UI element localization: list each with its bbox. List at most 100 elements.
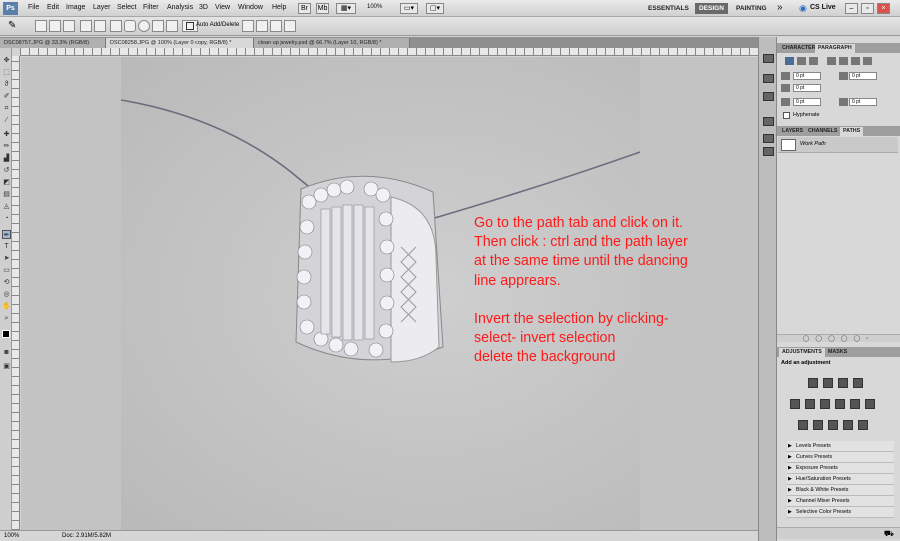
tab-masks[interactable]: MASKS [825, 348, 850, 357]
minibridge-icon[interactable]: Mb [316, 3, 329, 14]
doc-tab-2[interactable]: DSC08258.JPG @ 100% (Layer 0 copy, RGB/8… [106, 38, 254, 48]
indent-left-field[interactable]: 0 pt [793, 72, 821, 80]
history-brush-icon[interactable]: ↺ [2, 166, 11, 175]
menu-layer[interactable]: Layer [93, 4, 111, 11]
ellipse-icon[interactable] [138, 20, 150, 32]
move-tool-icon[interactable]: ✥ [2, 56, 11, 65]
menu-window[interactable]: Window [238, 4, 263, 11]
quick-mask-icon[interactable]: ◙ [2, 348, 11, 357]
foreground-color-swatch[interactable] [2, 330, 10, 338]
clone-source-icon[interactable] [763, 134, 774, 143]
hand-tool-icon[interactable]: ✋ [2, 302, 11, 311]
justify-right-icon[interactable] [851, 57, 860, 65]
auto-add-delete-checkbox[interactable] [186, 22, 194, 30]
freeform-pen-icon[interactable] [94, 20, 106, 32]
posterize-icon[interactable] [813, 420, 823, 430]
crop-tool-icon[interactable]: ⌗ [2, 104, 11, 113]
blur-tool-icon[interactable]: ◬ [2, 202, 11, 211]
photo-filter-icon[interactable] [850, 399, 860, 409]
threshold-icon[interactable] [828, 420, 838, 430]
preset-curves[interactable]: Curves Presets [787, 452, 894, 463]
hyphenate-checkbox[interactable] [783, 112, 790, 119]
line-icon[interactable] [166, 20, 178, 32]
menu-view[interactable]: View [215, 4, 230, 11]
healing-tool-icon[interactable]: ✚ [2, 130, 11, 139]
3d-orbit-tool-icon[interactable]: ◎ [2, 290, 11, 299]
polygon-icon[interactable] [152, 20, 164, 32]
preset-levels[interactable]: Levels Presets [787, 441, 894, 452]
type-tool-icon[interactable]: T [2, 242, 11, 251]
doc-tab-3[interactable]: clean up jewelry.psd @ 66.7% (Layer 10, … [254, 38, 410, 48]
black-white-icon[interactable] [835, 399, 845, 409]
menu-select[interactable]: Select [117, 4, 136, 11]
3d-rotate-tool-icon[interactable]: ⟲ [2, 278, 11, 287]
indent-first-field[interactable]: 0 pt [793, 84, 821, 92]
bridge-icon[interactable]: Br [298, 3, 311, 14]
workspace-essentials[interactable]: ESSENTIALS [644, 3, 693, 14]
menu-help[interactable]: Help [272, 4, 286, 11]
justify-center-icon[interactable] [839, 57, 848, 65]
eraser-tool-icon[interactable]: ◩ [2, 178, 11, 187]
close-icon[interactable]: × [877, 3, 890, 14]
brush-panel-icon[interactable] [763, 147, 774, 156]
brush-tool-icon[interactable]: ✏ [2, 142, 11, 151]
preset-hue-saturation[interactable]: Hue/Saturation Presets [787, 474, 894, 485]
doc-tab-1[interactable]: DSC08757.JPG @ 33.3% (RGB/8) [0, 38, 106, 48]
path-row[interactable]: Work Path [778, 137, 898, 153]
screen-mode-icon[interactable]: ▣ [2, 362, 11, 371]
restore-icon[interactable]: ▫ [861, 3, 874, 14]
cslive-button[interactable]: CS Live [810, 4, 836, 11]
menu-edit[interactable]: Edit [47, 4, 59, 11]
gradient-tool-icon[interactable]: ▤ [2, 190, 11, 199]
preset-exposure[interactable]: Exposure Presets [787, 463, 894, 474]
justify-left-icon[interactable] [827, 57, 836, 65]
rounded-rect-icon[interactable] [124, 20, 136, 32]
preset-channel-mixer[interactable]: Channel Mixer Presets [787, 496, 894, 507]
screen-mode-button[interactable]: ▢▾ [426, 3, 444, 14]
rectangle-icon[interactable] [110, 20, 122, 32]
selective-color-icon[interactable] [858, 420, 868, 430]
preset-selective-color[interactable]: Selective Color Presets [787, 507, 894, 518]
channel-mixer-icon[interactable] [865, 399, 875, 409]
lasso-tool-icon[interactable]: ϑ [2, 80, 11, 89]
pen-tool-icon[interactable]: ✎ [8, 20, 16, 31]
intersect-shape-icon[interactable] [270, 20, 282, 32]
curves-icon[interactable] [838, 378, 848, 388]
indent-right-field[interactable]: 0 pt [849, 72, 877, 80]
exclude-shape-icon[interactable] [284, 20, 296, 32]
subtract-shape-icon[interactable] [256, 20, 268, 32]
workspace-overflow-icon[interactable]: » [777, 2, 783, 13]
paths-panel-footer[interactable]: ◯◯◯◯◯▫ [777, 334, 900, 342]
dodge-tool-icon[interactable]: ◔ [2, 214, 11, 223]
tab-paths[interactable]: PATHS [840, 127, 864, 136]
space-before-field[interactable]: 0 pt [793, 98, 821, 106]
tab-adjustments[interactable]: ADJUSTMENTS [779, 348, 825, 357]
stamp-tool-icon[interactable]: ▟ [2, 154, 11, 163]
tab-character[interactable]: CHARACTER [779, 44, 819, 53]
gradient-map-icon[interactable] [843, 420, 853, 430]
tab-layers[interactable]: LAYERS [779, 127, 806, 136]
fill-pixels-icon[interactable] [63, 20, 75, 32]
zoom-tool-icon[interactable]: ⌕ [2, 314, 11, 323]
justify-all-icon[interactable] [863, 57, 872, 65]
menu-filter[interactable]: Filter [143, 4, 159, 11]
pen-tool-icon[interactable]: ✒ [2, 230, 11, 239]
tool-presets-icon[interactable] [763, 117, 774, 126]
paths-mode-icon[interactable] [49, 20, 61, 32]
arrange-docs-button[interactable]: ▭▾ [400, 3, 418, 14]
align-left-icon[interactable] [785, 57, 794, 65]
shape-tool-icon[interactable]: ▭ [2, 266, 11, 275]
swatches-panel-icon[interactable] [763, 92, 774, 101]
path-select-tool-icon[interactable]: ➤ [2, 254, 11, 263]
add-to-shape-icon[interactable] [242, 20, 254, 32]
zoom-level[interactable]: 100% [367, 4, 382, 10]
marquee-tool-icon[interactable]: ⬚ [2, 68, 11, 77]
space-after-field[interactable]: 0 pt [849, 98, 877, 106]
align-center-icon[interactable] [797, 57, 806, 65]
preset-black-white[interactable]: Black & White Presets [787, 485, 894, 496]
exposure-icon[interactable] [853, 378, 863, 388]
levels-icon[interactable] [823, 378, 833, 388]
hue-saturation-icon[interactable] [805, 399, 815, 409]
tab-channels[interactable]: CHANNELS [805, 127, 840, 136]
tab-paragraph[interactable]: PARAGRAPH [815, 44, 855, 53]
